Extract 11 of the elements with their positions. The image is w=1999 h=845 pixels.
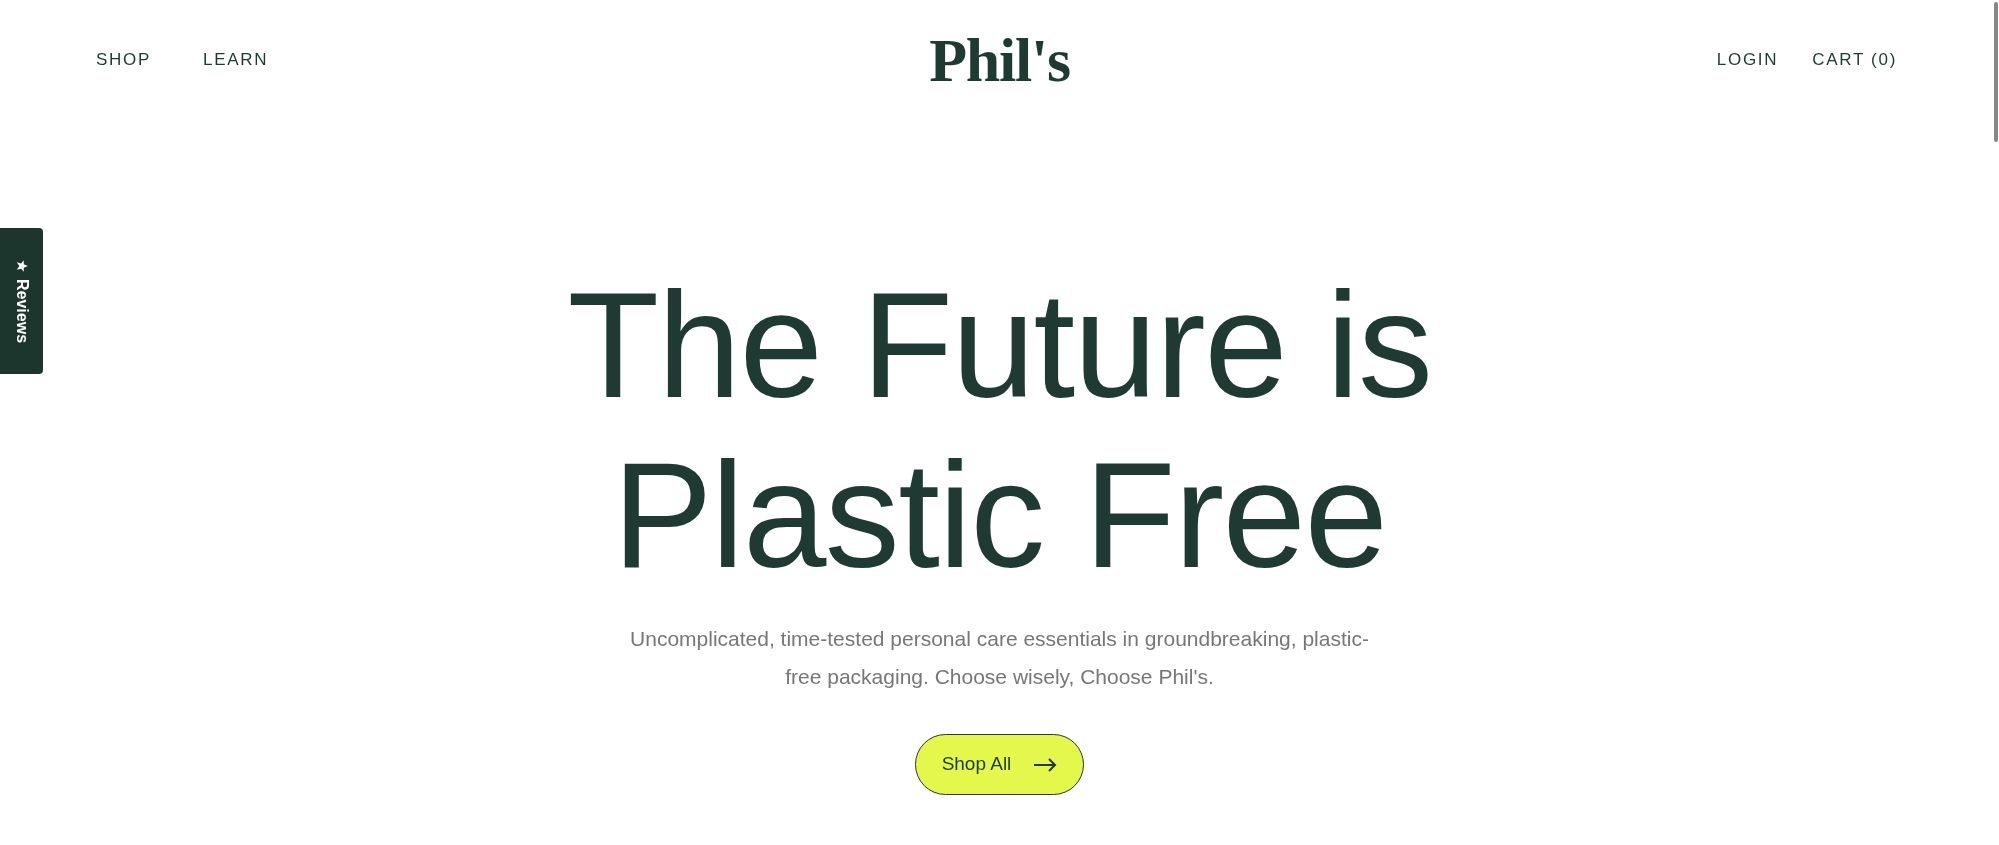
hero-subtitle: Uncomplicated, time-tested personal care essentials in groundbreaking, plastic-free packaging. Choose wisely, Choose Phil's.: [629, 626, 1370, 690]
hero-title: The Future is Plastic Free: [566, 260, 1433, 600]
reviews-tab[interactable]: Reviews: [0, 228, 43, 374]
nav-link[interactable]: CART (0): [1812, 47, 1897, 73]
shop-all-button[interactable]: Shop All: [914, 734, 1085, 795]
arrow-right-icon: [1033, 757, 1058, 772]
nav-link[interactable]: SHOP: [96, 47, 151, 73]
star-icon: [14, 258, 29, 273]
logo[interactable]: Phil's: [929, 29, 1070, 91]
nav-link[interactable]: LEARN: [203, 47, 269, 73]
nav-link[interactable]: LOGIN: [1716, 47, 1779, 73]
